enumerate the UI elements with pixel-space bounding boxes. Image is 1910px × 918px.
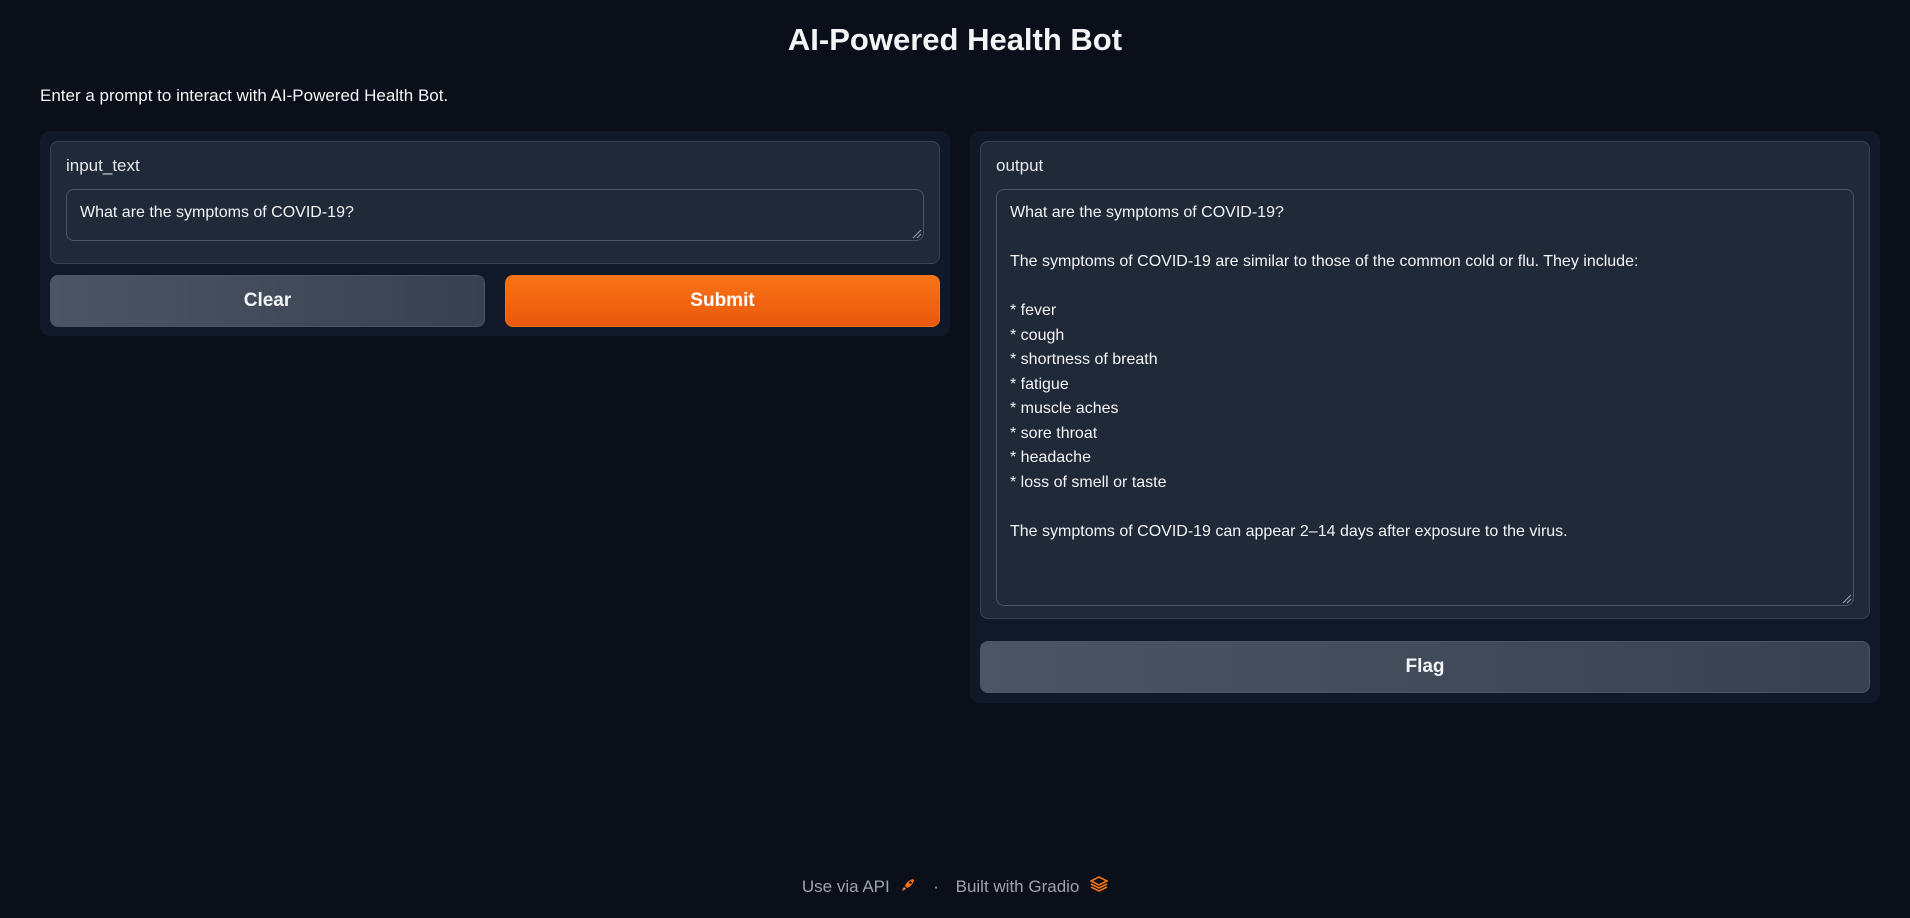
footer-separator: · — [933, 876, 939, 896]
submit-button[interactable]: Submit — [505, 275, 940, 327]
gradio-app: AI-Powered Health Bot Enter a prompt to … — [0, 0, 1910, 918]
input-label: input_text — [66, 156, 140, 175]
page-title: AI-Powered Health Bot — [787, 22, 1123, 57]
output-textbox[interactable]: What are the symptoms of COVID-19? The s… — [996, 189, 1854, 606]
footer: Use via API · Built with Gradio — [0, 876, 1910, 897]
api-link-label: Use via API — [801, 876, 890, 896]
output-label: output — [996, 156, 1044, 175]
built-with-gradio-link[interactable]: Built with Gradio — [956, 876, 1109, 897]
use-via-api-link[interactable]: Use via API — [802, 876, 917, 897]
page-description: Enter a prompt to interact with AI-Power… — [40, 86, 449, 105]
built-with-label: Built with Gradio — [955, 876, 1080, 896]
gradio-logo-icon — [1089, 876, 1109, 897]
input-block: input_text What are the symptoms of COVI… — [50, 141, 940, 264]
output-panel: output What are the symptoms of COVID-19… — [970, 131, 1880, 703]
flag-button[interactable]: Flag — [980, 641, 1870, 693]
input-panel: input_text What are the symptoms of COVI… — [40, 131, 950, 336]
resize-handle-icon[interactable] — [912, 229, 922, 239]
clear-button[interactable]: Clear — [50, 275, 485, 327]
rocket-icon — [900, 877, 916, 897]
output-block: output What are the symptoms of COVID-19… — [980, 141, 1870, 619]
input-textbox[interactable]: What are the symptoms of COVID-19? — [66, 189, 924, 241]
resize-handle-icon[interactable] — [1842, 594, 1852, 604]
